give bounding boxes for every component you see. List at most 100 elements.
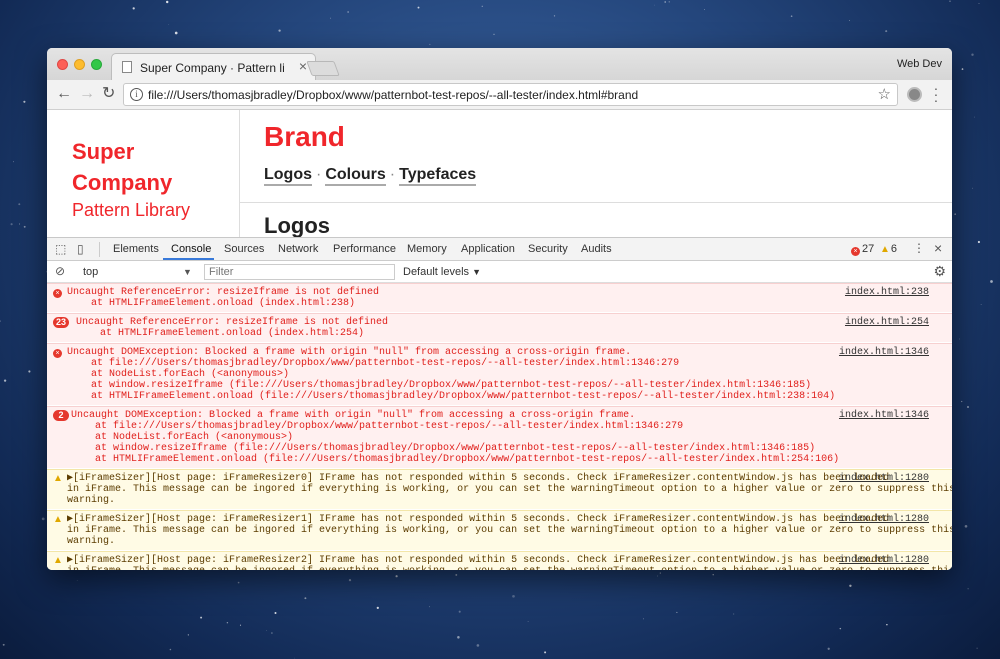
star [19, 223, 21, 225]
new-tab-button[interactable] [306, 61, 340, 76]
context-selector[interactable]: top [83, 266, 98, 278]
clear-console-icon[interactable]: ⊘ [55, 264, 65, 278]
message-line: in iFrame. This message can be ingored i… [67, 566, 952, 570]
repeat-count-badge-wrapper: 2 [53, 410, 69, 421]
tab-application[interactable]: Application [461, 243, 515, 255]
console-filter-input[interactable] [204, 264, 395, 280]
tab-sources[interactable]: Sources [224, 243, 264, 255]
message-line[interactable]: at window.resizeIframe (file:///Users/th… [71, 443, 839, 454]
nav-link-typefaces[interactable]: Typefaces [399, 166, 477, 186]
star [839, 627, 842, 630]
error-counter[interactable]: × 27 [851, 243, 874, 256]
back-icon[interactable]: ← [56, 85, 72, 103]
source-link[interactable]: index.html:1280 [839, 555, 929, 566]
star [165, 0, 169, 4]
star [974, 116, 976, 118]
title-bar: Super Company · Pattern library × Web De… [47, 48, 952, 80]
tab-close-icon[interactable]: × [299, 58, 307, 74]
tab-console[interactable]: Console [171, 243, 211, 255]
inspect-element-icon[interactable]: ⬚ [55, 242, 66, 256]
message-text: Uncaught DOMException: Blocked a frame w… [71, 410, 839, 465]
console-error-message[interactable]: 23 Uncaught ReferenceError: resizeIframe … [47, 313, 952, 342]
tab-elements[interactable]: Elements [113, 243, 159, 255]
console-warning-message[interactable]: ▲ ▶[iFrameSizer][Host page: iFrameResizer… [47, 510, 952, 550]
profile-name[interactable]: Web Dev [897, 58, 942, 70]
source-link[interactable]: index.html:1346 [839, 410, 929, 421]
message-line[interactable]: at file:///Users/thomasjbradley/Dropbox/… [67, 358, 835, 369]
company-name[interactable]: Super Company [72, 136, 172, 198]
star [348, 578, 352, 582]
address-bar[interactable]: i file:///Users/thomasjbradley/Dropbox/w… [123, 83, 898, 106]
star [664, 1, 667, 3]
source-link[interactable]: index.html:254 [845, 317, 929, 328]
message-line[interactable]: at HTMLIFrameElement.onload (file:///Use… [67, 391, 835, 402]
star [429, 43, 431, 45]
message-line[interactable]: at HTMLIFrameElement.onload (index.html:… [67, 298, 379, 309]
warning-counter[interactable]: ▲6 [880, 243, 897, 255]
company-name-line1: Super [72, 139, 135, 164]
devtools-menu-icon[interactable]: ⋮ [913, 241, 925, 255]
console-error-message[interactable]: × Uncaught ReferenceError: resizeIframe i… [47, 283, 952, 312]
source-link[interactable]: index.html:238 [845, 287, 929, 298]
device-toolbar-icon[interactable]: ▯ [77, 242, 84, 256]
tab-memory[interactable]: Memory [407, 243, 447, 255]
message-line[interactable]: at NodeList.forEach (<anonymous>) [71, 432, 839, 443]
message-text: ▶[iFrameSizer][Host page: iFrameResizer1… [67, 514, 952, 547]
star [493, 33, 495, 35]
source-link[interactable]: index.html:1280 [839, 473, 929, 484]
tab-performance[interactable]: Performance [333, 243, 396, 255]
console-error-message[interactable]: 2 Uncaught DOMException: Blocked a frame … [47, 406, 952, 468]
message-line[interactable]: at file:///Users/thomasjbradley/Dropbox/… [71, 421, 839, 432]
star [971, 187, 973, 189]
nav-link-logos[interactable]: Logos [264, 166, 312, 186]
star [457, 636, 460, 639]
star [733, 613, 735, 615]
url-text[interactable]: file:///Users/thomasjbradley/Dropbox/www… [148, 88, 638, 102]
star [395, 575, 398, 578]
star [704, 9, 705, 11]
console-warning-message[interactable]: ▲ ▶[iFrameSizer][Host page: iFrameResizer… [47, 551, 952, 570]
message-line: Uncaught ReferenceError: resizeIframe is… [67, 287, 380, 298]
extension-icon[interactable] [907, 87, 922, 102]
forward-icon[interactable]: → [79, 85, 95, 103]
repeat-count-badge: 23 [53, 317, 70, 328]
nav-separator: · [389, 166, 396, 183]
close-devtools-icon[interactable]: × [934, 240, 942, 256]
star [3, 379, 7, 382]
tab-security[interactable]: Security [528, 243, 568, 255]
browser-tab[interactable]: Super Company · Pattern library × [111, 53, 316, 80]
info-icon[interactable]: i [130, 88, 143, 101]
error-count: 27 [862, 243, 875, 255]
console-filter-bar: ⊘ top ▼ Default levels ▼ ⚙ [47, 261, 952, 283]
message-line[interactable]: at HTMLIFrameElement.onload (file:///Use… [71, 454, 839, 465]
zoom-window-button[interactable] [91, 59, 102, 70]
message-line[interactable]: at window.resizeIframe (file:///Users/th… [67, 380, 835, 391]
message-line[interactable]: at HTMLIFrameElement.onload (index.html:… [76, 328, 388, 339]
star [376, 606, 379, 610]
nav-link-colours[interactable]: Colours [325, 166, 386, 186]
context-dropdown-icon[interactable]: ▼ [183, 267, 192, 277]
pattern-library-label[interactable]: Pattern Library [72, 200, 190, 221]
error-icon: × [53, 347, 62, 358]
console-error-message[interactable]: × Uncaught DOMException: Blocked a frame … [47, 343, 952, 405]
star [668, 1, 670, 3]
minimize-window-button[interactable] [74, 59, 85, 70]
message-line[interactable]: at NodeList.forEach (<anonymous>) [67, 369, 835, 380]
star [978, 2, 980, 4]
warning-icon: ▲ [880, 244, 890, 255]
star [458, 610, 461, 613]
console-settings-gear-icon[interactable]: ⚙ [933, 263, 946, 280]
console-warning-message[interactable]: ▲ ▶[iFrameSizer][Host page: iFrameResizer… [47, 469, 952, 509]
star [278, 29, 281, 32]
reload-icon[interactable]: ↻ [102, 85, 115, 103]
log-levels-dropdown[interactable]: Default levels ▼ [403, 266, 481, 278]
browser-menu-icon[interactable]: · · · [933, 81, 939, 107]
source-link[interactable]: index.html:1280 [839, 514, 929, 525]
tab-audits[interactable]: Audits [581, 243, 612, 255]
star [226, 622, 229, 624]
close-window-button[interactable] [57, 59, 68, 70]
message-text: ▶[iFrameSizer][Host page: iFrameResizer2… [67, 555, 952, 570]
bookmark-star-icon[interactable]: ☆ [878, 85, 891, 103]
source-link[interactable]: index.html:1346 [839, 347, 929, 358]
tab-network[interactable]: Network [278, 243, 318, 255]
